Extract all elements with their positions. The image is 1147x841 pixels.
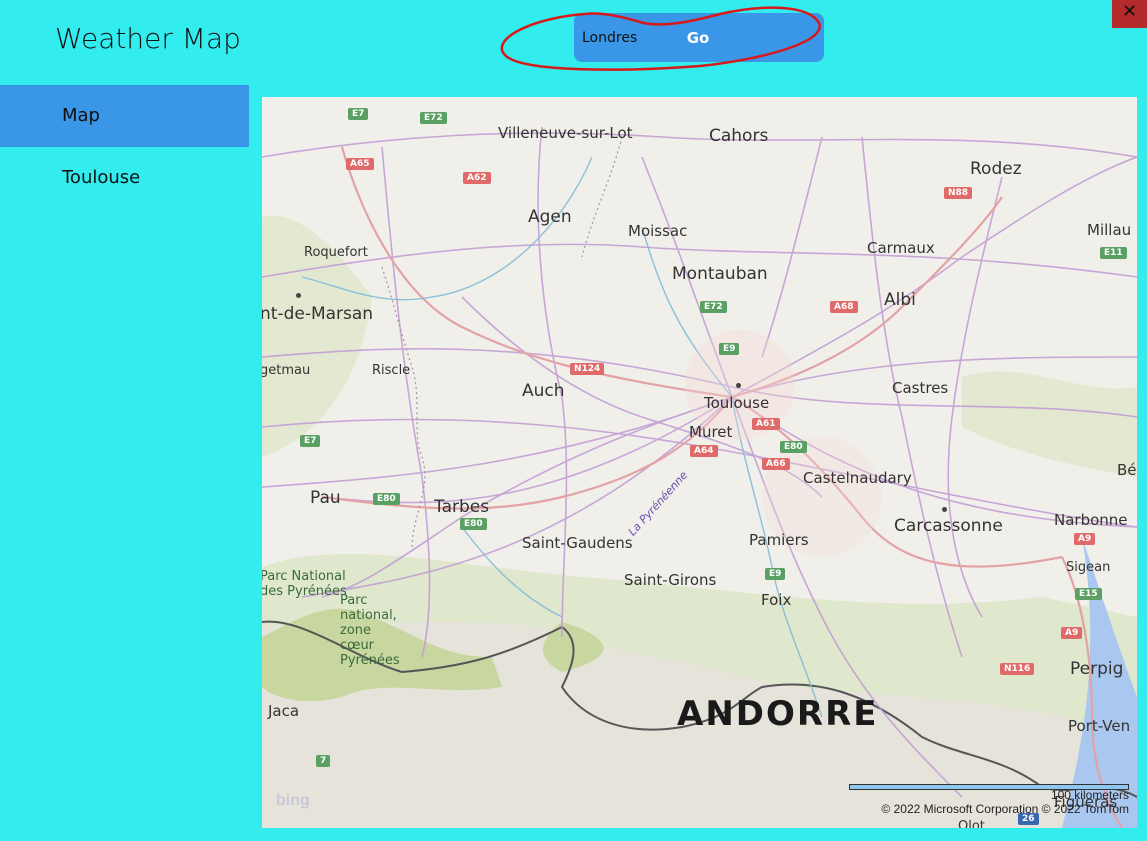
road-shield: 7: [316, 755, 331, 767]
city-label: Villeneuve-sur-Lot: [498, 124, 633, 142]
city-marker: [296, 293, 301, 298]
city-label: Saint-Girons: [624, 571, 717, 589]
road-shield: E80: [373, 493, 400, 505]
road-shield: E80: [780, 441, 807, 453]
city-label: Millau: [1087, 221, 1132, 239]
city-label: Perpig: [1070, 659, 1124, 679]
city-label: Tarbes: [434, 497, 490, 517]
nav-item-map[interactable]: Map: [0, 85, 249, 147]
city-label: nt-de-Marsan: [262, 304, 374, 324]
bing-logo: bing: [276, 792, 310, 809]
road-shield: E15: [1075, 588, 1102, 600]
road-shield: N124: [570, 363, 605, 375]
city-label: Carcassonne: [894, 516, 1003, 536]
road-shield: E9: [719, 343, 740, 355]
city-label: Albi: [884, 290, 916, 310]
city-label: Saint-Gaudens: [522, 534, 633, 552]
city-label: Auch: [522, 381, 565, 401]
city-label: Muret: [689, 423, 733, 441]
road-shield: N116: [1000, 663, 1035, 675]
close-button[interactable]: ✕: [1112, 0, 1147, 28]
road-shield: N88: [944, 187, 973, 199]
road-shield: E7: [348, 108, 369, 120]
road-shield: A64: [690, 445, 718, 457]
city-label: Carmaux: [867, 239, 935, 257]
road-shield: A68: [830, 301, 858, 313]
city-marker: [942, 507, 947, 512]
scale-label: 100 kilometers: [1050, 788, 1129, 802]
city-label: Castres: [892, 379, 949, 397]
city-label: Rodez: [970, 159, 1022, 179]
road-shield: E9: [765, 568, 786, 580]
city-label: Narbonne: [1054, 511, 1128, 529]
city-label: Moissac: [628, 222, 688, 240]
city-label: Roquefort: [304, 245, 368, 260]
city-label: Agen: [528, 207, 572, 227]
search-bar: Go: [574, 13, 824, 62]
city-label: Foix: [761, 591, 792, 609]
road-shield: A9: [1074, 533, 1096, 545]
city-label: Olot: [958, 819, 985, 828]
go-button[interactable]: Go: [674, 25, 722, 51]
city-label: Castelnaudary: [803, 469, 912, 487]
road-shield: A65: [346, 158, 374, 170]
city-label: Port-Ven: [1068, 717, 1131, 735]
city-label: Pamiers: [749, 531, 809, 549]
city-label: Riscle: [372, 363, 411, 378]
map-copyright: © 2022 Microsoft Corporation © 2022 TomT…: [881, 802, 1129, 816]
road-shield: E7: [300, 435, 321, 447]
scale-bar: [849, 784, 1129, 790]
road-shield: E11: [1100, 247, 1127, 259]
park-label: Parc national, zone cœur Pyrénées: [340, 593, 400, 668]
country-label: ANDORRE: [677, 694, 879, 734]
city-marker: [736, 383, 741, 388]
city-label: Jaca: [268, 702, 300, 720]
city-label: Montauban: [672, 264, 768, 284]
sidebar: Map Toulouse: [0, 85, 249, 209]
city-label: Toulouse: [704, 394, 770, 412]
road-shield: A9: [1061, 627, 1083, 639]
road-shield: E72: [420, 112, 447, 124]
city-label: Cahors: [709, 126, 769, 146]
city-label: Bé: [1117, 461, 1137, 479]
city-label: Sigean: [1066, 560, 1111, 575]
nav-item-toulouse[interactable]: Toulouse: [0, 147, 249, 209]
app-title: Weather Map: [55, 22, 241, 55]
city-label: Pau: [310, 488, 341, 508]
road-shield: E80: [460, 518, 487, 530]
road-shield: A61: [752, 418, 780, 430]
map-view[interactable]: Villeneuve-sur-Lot Cahors Rodez Agen Moi…: [262, 97, 1137, 828]
city-label: getmau: [262, 363, 311, 378]
search-input[interactable]: [582, 27, 672, 49]
road-shield: A62: [463, 172, 491, 184]
road-shield: E72: [700, 301, 727, 313]
road-shield: A66: [762, 458, 790, 470]
